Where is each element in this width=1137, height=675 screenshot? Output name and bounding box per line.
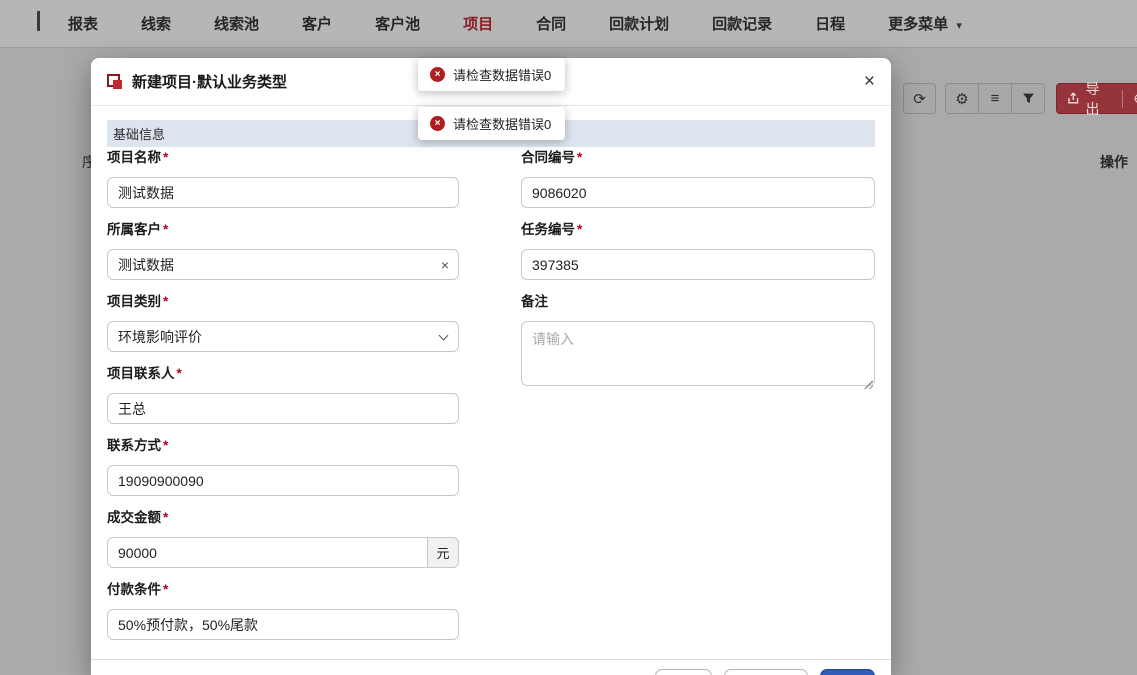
field-label: 任务编号 *	[521, 222, 583, 237]
nav-item-leads[interactable]: 线索	[141, 13, 171, 34]
contract-number-input[interactable]	[521, 177, 875, 208]
form-right-column: 合同编号* 任务编号* 备注	[521, 147, 875, 640]
export-icon	[1068, 92, 1079, 104]
close-icon[interactable]: ×	[864, 72, 875, 91]
section-title: 基础信息	[113, 127, 166, 142]
error-icon: ×	[430, 67, 445, 82]
columns-button[interactable]: ≡	[979, 84, 1012, 113]
modal-body: 基础信息 项目名称* 所属客户*	[91, 120, 891, 640]
export-label: 导出	[1085, 80, 1100, 117]
currency-unit-addon: 元	[427, 537, 459, 568]
form-left-column: 项目名称* 所属客户* ×	[107, 147, 459, 640]
top-navigation: 报表 线索 线索池 客户 客户池 项目 合同 回款计划 回款记录 日程 更多菜单…	[0, 0, 1137, 48]
error-icon: ×	[430, 116, 445, 131]
plus-circle-icon[interactable]: ⊕	[1133, 90, 1137, 107]
filter-button[interactable]	[1012, 84, 1044, 113]
field-customer: 所属客户* ×	[107, 220, 459, 280]
more-menu-label: 更多菜单	[888, 16, 949, 33]
error-toast: × 请检查数据错误0	[418, 107, 565, 140]
field-label: 项目联系人 *	[107, 366, 182, 381]
field-label: 项目类别 *	[107, 294, 169, 309]
field-contract-number: 合同编号 *	[521, 148, 875, 208]
customer-input[interactable]	[107, 249, 459, 280]
nav-item-schedule[interactable]: 日程	[815, 13, 845, 34]
new-project-icon	[107, 74, 122, 89]
nav-item-contracts[interactable]: 合同	[536, 13, 566, 34]
refresh-button[interactable]: ⟳	[903, 83, 936, 114]
new-project-modal: 新建项目·默认业务类型 × 基础信息 项目名称* 所属客户*	[91, 58, 891, 675]
field-label: 所属客户 *	[107, 222, 169, 237]
clear-icon[interactable]: ×	[441, 257, 449, 273]
selected-option: 环境影响评价	[118, 328, 202, 345]
field-project-contact: 项目联系人 *	[107, 364, 459, 424]
field-payment-terms: 付款条件 *	[107, 580, 459, 640]
remarks-textarea[interactable]	[521, 321, 875, 386]
field-label: 成交金额 *	[107, 510, 169, 525]
field-task-number: 任务编号 *	[521, 220, 875, 280]
toast-message: 请检查数据错误0	[453, 117, 552, 132]
toast-message: 请检查数据错误0	[453, 68, 552, 83]
export-button[interactable]: 导出 ⊕	[1056, 81, 1137, 117]
field-label: 项目名称 *	[107, 150, 169, 165]
chevron-down-icon: ▾	[956, 20, 962, 32]
footer-primary-button[interactable]	[820, 669, 875, 675]
deal-amount-input[interactable]	[107, 537, 459, 568]
contact-phone-input[interactable]	[107, 465, 459, 496]
footer-button-2[interactable]	[724, 669, 808, 675]
field-label: 备注	[521, 294, 548, 309]
error-toast: × 请检查数据错误0	[418, 58, 565, 91]
nav-item-lead-pool[interactable]: 线索池	[214, 13, 259, 34]
modal-title: 新建项目·默认业务类型	[132, 74, 287, 91]
filter-icon	[1022, 93, 1034, 104]
gear-icon: ⚙	[955, 90, 969, 108]
project-category-select[interactable]: 环境影响评价	[107, 321, 459, 352]
field-project-name: 项目名称 *	[107, 148, 459, 208]
modal-footer	[91, 659, 891, 675]
refresh-icon: ⟳	[913, 90, 926, 108]
field-deal-amount: 成交金额* 元	[107, 508, 459, 568]
field-label: 合同编号 *	[521, 150, 583, 165]
logo-fragment	[37, 11, 40, 31]
task-number-input[interactable]	[521, 249, 875, 280]
nav-item-customer-pool[interactable]: 客户池	[375, 13, 420, 34]
nav-item-reports[interactable]: 报表	[68, 13, 98, 34]
field-remarks: 备注	[521, 292, 875, 391]
field-project-category: 项目类别 * 环境影响评价	[107, 292, 459, 352]
nav-item-projects[interactable]: 项目	[463, 13, 493, 34]
menu-icon: ≡	[990, 90, 1000, 107]
payment-terms-input[interactable]	[107, 609, 459, 640]
field-contact-phone: 联系方式 *	[107, 436, 459, 496]
settings-button[interactable]: ⚙	[946, 84, 979, 113]
footer-button-1[interactable]	[655, 669, 712, 675]
list-tools-group: ⚙ ≡	[945, 83, 1045, 114]
field-label: 付款条件 *	[107, 582, 169, 597]
form-grid: 项目名称* 所属客户* ×	[107, 147, 875, 640]
field-label: 联系方式 *	[107, 438, 169, 453]
project-name-input[interactable]	[107, 177, 459, 208]
nav-item-payment-plans[interactable]: 回款计划	[609, 13, 669, 34]
button-divider	[1122, 89, 1124, 108]
actions-column-header: 操作	[1100, 154, 1128, 170]
nav-item-more-menu[interactable]: 更多菜单 ▾	[888, 13, 962, 34]
project-contact-input[interactable]	[107, 393, 459, 424]
nav-item-payment-records[interactable]: 回款记录	[712, 13, 772, 34]
nav-item-customers[interactable]: 客户	[302, 13, 332, 34]
